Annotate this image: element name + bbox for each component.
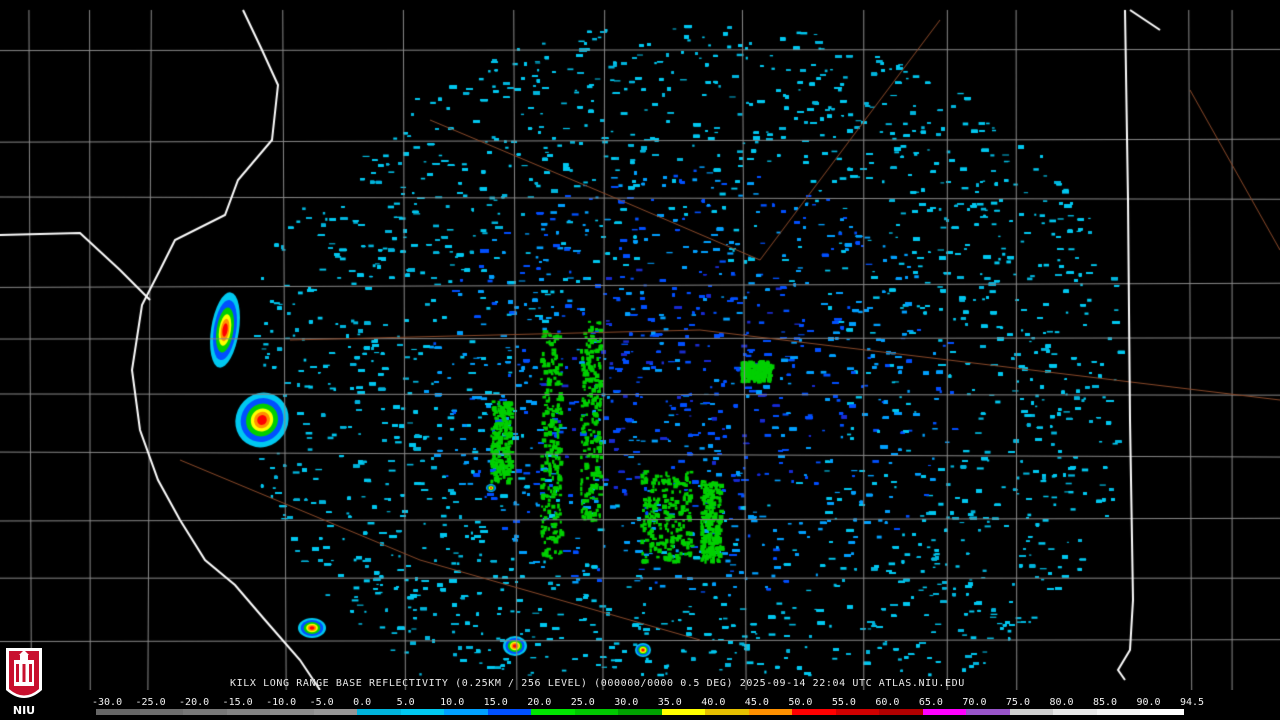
niu-seal-icon	[6, 648, 42, 698]
colorbar-segment	[661, 709, 706, 715]
scale-label: -30.0	[92, 697, 123, 708]
colorbar-segment	[792, 709, 836, 715]
scale-label: 85.0	[1092, 697, 1118, 708]
scale-label: -5.0	[309, 697, 334, 708]
scale-label: 40.0	[701, 697, 726, 708]
colorbar-segment	[139, 709, 184, 715]
colorbar-segment	[748, 709, 793, 715]
logo-text: NIU	[12, 704, 36, 717]
colorbar-segment	[835, 709, 880, 715]
colorbar-segment	[1140, 709, 1184, 715]
colorbar-segment	[879, 709, 923, 715]
niu-logo: NIU	[2, 646, 46, 718]
scale-label: 45.0	[744, 697, 769, 708]
colorbar-segment	[270, 709, 314, 715]
scale-label: 5.0	[396, 697, 415, 708]
colorbar-segment	[400, 709, 445, 715]
colorbar-segment	[531, 709, 575, 715]
scale-label: 55.0	[831, 697, 856, 708]
colorbar-segment	[1096, 709, 1141, 715]
colorbar-segment	[618, 709, 662, 715]
reflectivity-scale-labels: -30.0 -25.0 -20.0 -15.0 -10.0 -5.0 0.0 5.0 10.0 1…	[92, 697, 1204, 709]
colorbar-segment	[226, 709, 271, 715]
colorbar-segment	[705, 709, 749, 715]
product-caption: KILX LONG RANGE BASE REFLECTIVITY (0.25K…	[230, 678, 965, 689]
radar-map	[0, 0, 1280, 690]
scale-label: 75.0	[1005, 697, 1030, 708]
colorbar-segment	[487, 709, 532, 715]
colorbar-segment	[313, 709, 358, 715]
colorbar-segment	[1053, 709, 1097, 715]
scale-label: 25.0	[570, 697, 595, 708]
colorbar-segment	[922, 709, 967, 715]
colorbar-segment	[357, 709, 401, 715]
colorbar-segment	[966, 709, 1010, 715]
scale-label: -15.0	[222, 697, 253, 708]
scale-label: 30.0	[614, 697, 639, 708]
reflectivity-colorbar	[96, 709, 1184, 715]
scale-label: 15.0	[483, 697, 508, 708]
colorbar-segment	[183, 709, 227, 715]
scale-label: 94.5	[1180, 697, 1205, 708]
scale-label: 90.0	[1136, 697, 1161, 708]
scale-label: -20.0	[179, 697, 210, 708]
scale-label: 65.0	[918, 697, 943, 708]
colorbar-segment	[574, 709, 619, 715]
scale-label: 35.0	[657, 697, 682, 708]
scale-label: 70.0	[962, 697, 987, 708]
colorbar-segment	[1009, 709, 1054, 715]
scale-label: 50.0	[788, 697, 813, 708]
scale-label: -10.0	[266, 697, 297, 708]
colorbar-segment	[96, 709, 140, 715]
scale-label: 10.0	[440, 697, 465, 708]
colorbar-segment	[444, 709, 488, 715]
scale-label: -25.0	[135, 697, 166, 708]
scale-label: 0.0	[353, 697, 372, 708]
scale-label: 60.0	[875, 697, 900, 708]
scale-label: 80.0	[1049, 697, 1074, 708]
scale-label: 20.0	[527, 697, 552, 708]
